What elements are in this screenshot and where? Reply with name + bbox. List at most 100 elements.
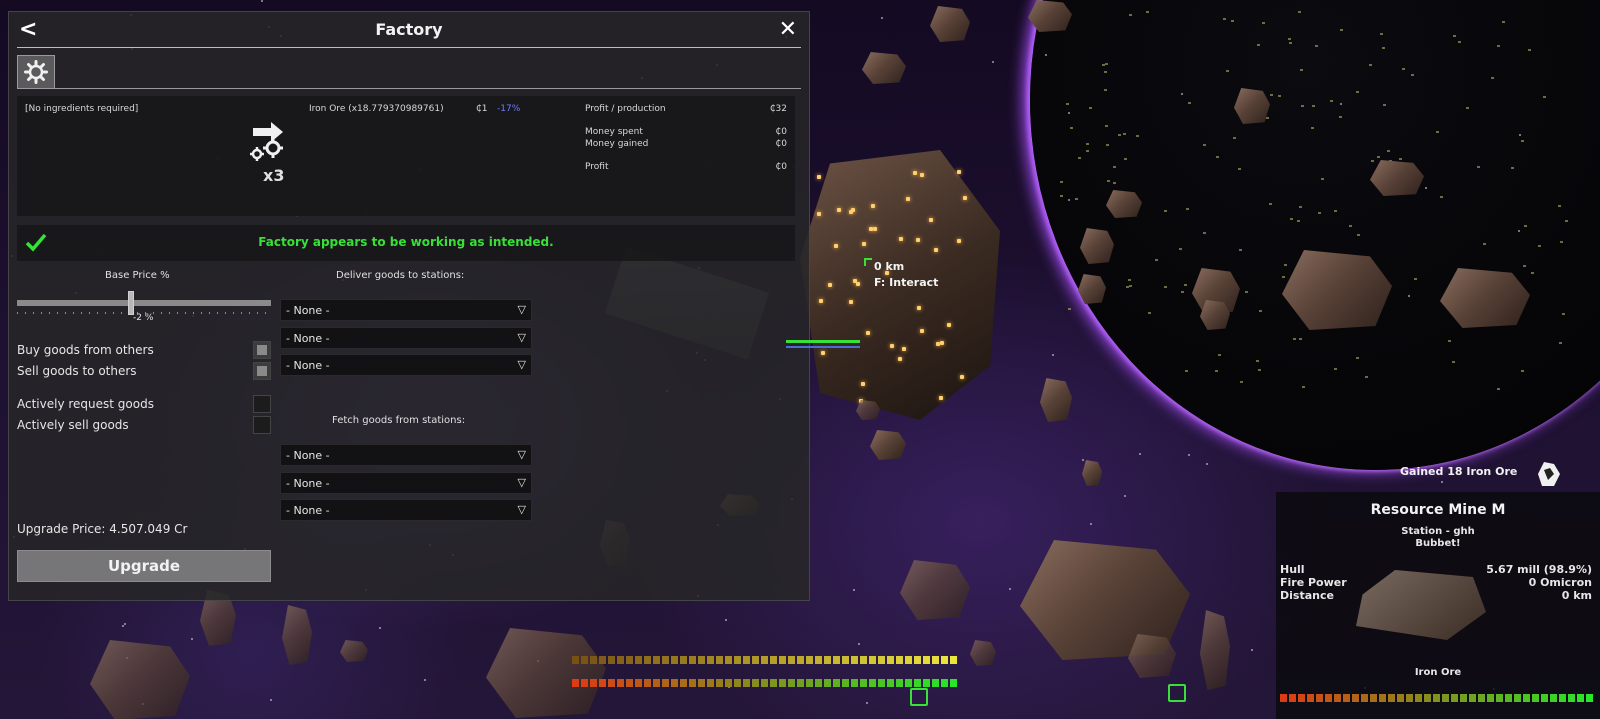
star: [124, 623, 126, 625]
bar-segment: [1559, 694, 1566, 702]
bar-segment: [842, 656, 849, 664]
bar-segment: [626, 656, 633, 664]
city-light: [1402, 68, 1405, 70]
loot-notification: Gained 18 Iron Ore: [1400, 465, 1518, 478]
bar-segment: [599, 679, 606, 687]
bar-segment: [1496, 694, 1503, 702]
stat-label: Money gained: [585, 139, 649, 149]
city-light: [1113, 182, 1116, 184]
city-light: [1218, 354, 1221, 356]
bar-segment: [590, 656, 597, 664]
station-light: [906, 197, 910, 201]
actively-request-checkbox[interactable]: [253, 395, 271, 413]
bar-segment: [1280, 694, 1287, 702]
bar-segment: [572, 679, 579, 687]
deliver-station-dropdown[interactable]: - None - ▽: [280, 299, 532, 321]
dropdown-value: - None -: [286, 359, 330, 372]
city-light: [1216, 156, 1219, 158]
bar-segment: [797, 679, 804, 687]
bar-segment: [896, 679, 903, 687]
city-light: [1078, 157, 1081, 159]
city-light: [1312, 105, 1315, 107]
station-light: [917, 306, 921, 310]
bar-segment: [671, 656, 678, 664]
chevron-down-icon: ▽: [517, 448, 526, 461]
bar-segment: [608, 656, 615, 664]
bar-segment: [851, 679, 858, 687]
actively-sell-checkbox[interactable]: [253, 416, 271, 434]
bar-segment: [698, 679, 705, 687]
station-light: [934, 248, 938, 252]
bar-segment: [869, 656, 876, 664]
city-light: [1311, 127, 1314, 129]
city-light: [1288, 38, 1291, 40]
city-light: [1186, 208, 1189, 210]
asteroid: [340, 640, 368, 662]
fetch-station-dropdown[interactable]: - None - ▽: [280, 472, 532, 494]
city-light: [1245, 291, 1248, 293]
city-light: [1452, 361, 1455, 363]
station-light: [929, 218, 933, 222]
ore-icon: [1538, 462, 1560, 486]
upgrade-button[interactable]: Upgrade: [17, 550, 271, 582]
bar-segment: [896, 656, 903, 664]
star: [191, 638, 193, 640]
chevron-down-icon: ▽: [517, 503, 526, 516]
city-light: [1203, 144, 1206, 146]
deliver-station-dropdown[interactable]: - None - ▽: [280, 354, 532, 376]
tab-production-settings[interactable]: [17, 55, 55, 89]
base-price-slider-track[interactable]: [17, 300, 271, 306]
stat-value: ₵32: [769, 104, 787, 114]
star: [1206, 463, 1208, 465]
status-bar: Factory appears to be working as intende…: [17, 225, 795, 261]
station-light: [963, 196, 967, 200]
city-light: [1257, 44, 1260, 46]
dropdown-value: - None -: [286, 449, 330, 462]
tab-divider: [17, 88, 801, 89]
bar-segment: [833, 679, 840, 687]
bar-segment: [842, 679, 849, 687]
bar-segment: [716, 656, 723, 664]
fetch-station-dropdown[interactable]: - None - ▽: [280, 444, 532, 466]
city-light: [1301, 105, 1304, 107]
bar-segment: [941, 656, 948, 664]
bar-segment: [653, 679, 660, 687]
close-button[interactable]: ✕: [779, 17, 797, 42]
bar-segment: [788, 679, 795, 687]
bar-segment: [1388, 694, 1395, 702]
city-light: [1299, 338, 1302, 340]
star: [1340, 103, 1342, 105]
city-light: [1414, 278, 1417, 280]
city-light: [1185, 370, 1188, 372]
city-light: [1511, 167, 1514, 169]
bar-segment: [770, 679, 777, 687]
base-price-slider-handle[interactable]: [128, 291, 134, 315]
bar-segment: [824, 679, 831, 687]
station-light: [939, 396, 943, 400]
station-light: [902, 347, 906, 351]
city-light: [1318, 212, 1321, 214]
buy-goods-checkbox[interactable]: [253, 341, 271, 359]
city-light: [1136, 135, 1139, 137]
city-light: [1070, 127, 1073, 129]
interact-hint: F: Interact: [874, 276, 939, 289]
station-light: [849, 300, 853, 304]
deliver-station-dropdown[interactable]: - None - ▽: [280, 327, 532, 349]
bar-segment: [581, 656, 588, 664]
sell-goods-checkbox[interactable]: [253, 362, 271, 380]
city-light: [1104, 89, 1107, 91]
target-health-bar: [786, 340, 860, 343]
city-light: [1357, 234, 1360, 236]
target-info-panel: Resource Mine M Station - ghh Bubbet! Hu…: [1276, 492, 1600, 719]
city-light: [1293, 338, 1296, 340]
asteroid: [862, 52, 906, 84]
station-light: [828, 283, 832, 287]
city-light: [1387, 150, 1390, 152]
bar-segment: [833, 656, 840, 664]
hull-label: Hull: [1280, 563, 1305, 576]
waypoint-marker-icon: [1168, 684, 1186, 702]
station-light: [940, 341, 944, 345]
star: [1090, 523, 1092, 525]
fetch-station-dropdown[interactable]: - None - ▽: [280, 499, 532, 521]
city-light: [1543, 96, 1546, 98]
